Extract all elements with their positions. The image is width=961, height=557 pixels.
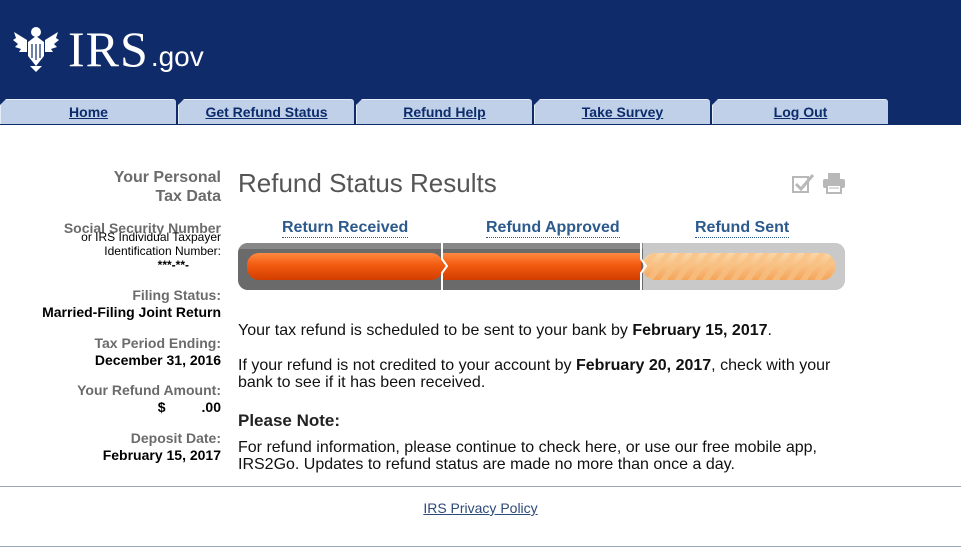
filing-status-value: Married-Filing Joint Return — [42, 304, 221, 320]
tax-period-value: December 31, 2016 — [94, 352, 221, 368]
refund-currency: $ — [157, 399, 166, 415]
not-credited-message: If your refund is not credited to your a… — [238, 357, 858, 391]
tab-log-out[interactable]: Log Out — [712, 99, 888, 124]
deposit-date-label: Deposit Date: — [130, 430, 221, 446]
deposit-date-value: February 15, 2017 — [102, 447, 221, 463]
msg2-text: If your refund is not credited to your a… — [238, 357, 576, 374]
sidebar-heading: Your Personal Tax Data — [0, 168, 221, 206]
personal-tax-data: Your Personal Tax Data Social Security N… — [0, 168, 221, 464]
tab-get-refund-status[interactable]: Get Refund Status — [178, 99, 354, 124]
please-note-heading: Please Note: — [238, 411, 341, 430]
tab-home[interactable]: Home — [0, 99, 176, 124]
scheduled-message: Your tax refund is scheduled to be sent … — [238, 322, 858, 339]
footer-divider — [0, 486, 961, 487]
tab-take-survey[interactable]: Take Survey — [534, 99, 710, 124]
ssn-sublabel-2: Identification Number: — [104, 244, 221, 258]
irs-logo[interactable]: IRS .gov — [10, 18, 204, 74]
privacy-policy-link[interactable]: IRS Privacy Policy — [0, 500, 961, 516]
print-icon[interactable] — [822, 172, 846, 194]
ssn-value: ***-**- — [157, 258, 189, 272]
main-nav: Home Get Refund Status Refund Help Take … — [0, 99, 890, 125]
eagle-icon — [13, 27, 59, 72]
ssn-sublabel-1: or IRS Individual Taxpayer — [81, 230, 221, 244]
please-note-text: For refund information, please continue … — [238, 439, 817, 473]
step-return-received[interactable]: Return Received — [282, 218, 409, 238]
sidebar-heading-line1: Your Personal — [113, 169, 221, 186]
refund-amount-label: Your Refund Amount: — [77, 382, 221, 398]
refund-progress-bar — [238, 243, 845, 290]
msg1-text: Your tax refund is scheduled to be sent … — [238, 322, 633, 339]
page-tools — [792, 172, 846, 194]
msg2-date: February 20, 2017 — [575, 357, 712, 374]
msg1-end: . — [767, 322, 772, 339]
tax-period-label: Tax Period Ending: — [94, 335, 221, 351]
filing-status-label: Filing Status: — [132, 287, 221, 303]
refund-amount-value: $ .00 — [0, 399, 221, 416]
logo-text: IRS — [68, 21, 149, 77]
checkmark-icon[interactable] — [792, 172, 814, 194]
logo-suffix: .gov — [150, 41, 204, 72]
progress-graphic — [238, 243, 845, 290]
tab-refund-help[interactable]: Refund Help — [356, 99, 532, 124]
refund-amount: .00 — [201, 399, 221, 415]
sidebar-heading-line2: Tax Data — [155, 188, 221, 205]
site-header: IRS .gov Home Get Refund Status Refund H… — [0, 0, 961, 125]
footer-bottom-divider — [0, 546, 961, 547]
page-title: Refund Status Results — [238, 168, 497, 198]
msg1-date: February 15, 2017 — [632, 322, 768, 339]
step-refund-sent[interactable]: Refund Sent — [695, 218, 790, 238]
step-refund-approved[interactable]: Refund Approved — [486, 218, 620, 238]
